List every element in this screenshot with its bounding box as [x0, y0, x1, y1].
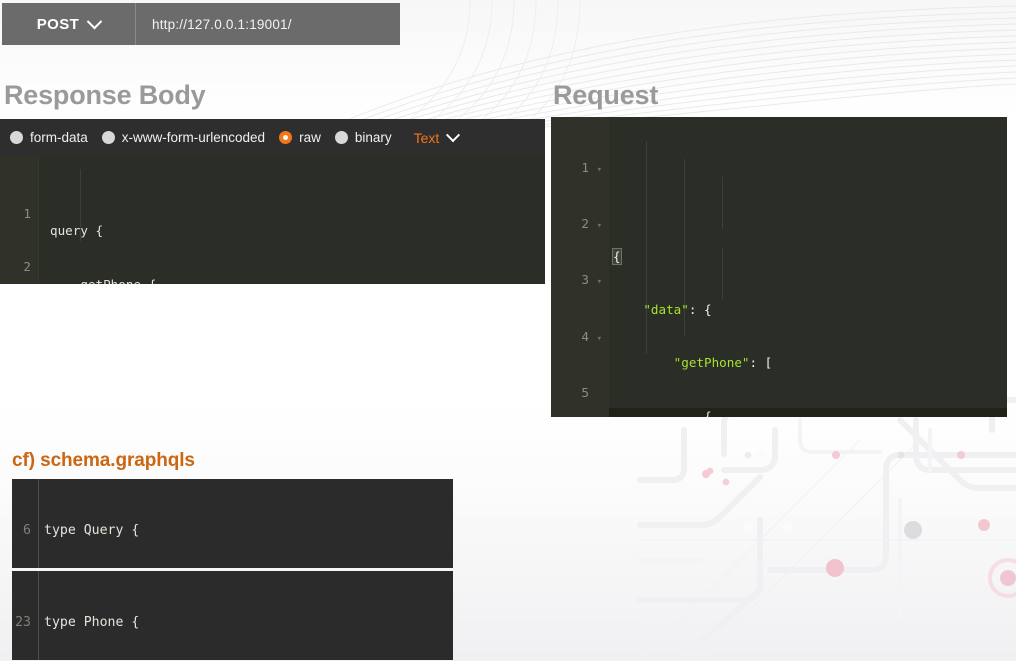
- body-type-label: binary: [355, 130, 392, 145]
- code-line: query {: [50, 222, 545, 240]
- schema-phone-snippet: 23 24 25 26 type Phone { idx: Int phoneN…: [12, 571, 453, 660]
- code-line: type Phone {: [44, 613, 453, 633]
- body-type-option-urlencoded[interactable]: x-www-form-urlencoded: [102, 130, 265, 145]
- json-viewer-body[interactable]: { "data": { "getPhone": [ { "idx": 1, "p…: [609, 117, 1007, 417]
- response-body-heading: Response Body: [4, 80, 205, 111]
- graphql-query-editor[interactable]: 1 2 3 4 5 6 query { getPhone { idx phone…: [0, 156, 545, 284]
- chevron-down-icon: [446, 128, 460, 142]
- body-type-option-form-data[interactable]: form-data: [10, 130, 88, 145]
- line-number: 5: [551, 384, 609, 405]
- radio-icon[interactable]: [10, 131, 23, 144]
- content-format-label: Text: [414, 130, 440, 146]
- fold-toggle-icon[interactable]: ▾: [594, 274, 602, 292]
- code-line: type Query {: [44, 521, 453, 541]
- line-number: 3▾: [551, 271, 609, 292]
- line-number: 2▾: [551, 215, 609, 236]
- matched-bracket: {: [613, 249, 621, 264]
- body-type-label: raw: [299, 130, 321, 145]
- indent-guide: [722, 248, 723, 300]
- request-url-bar: POST http://127.0.0.1:19001/: [2, 3, 400, 45]
- fold-toggle-icon[interactable]: ▾: [594, 331, 602, 349]
- json-viewer-gutter: 1▾ 2▾ 3▾ 4▾ 5 6 7 8▾ 9 10 11 12 13 14 15…: [551, 117, 609, 417]
- json-key: "getPhone": [674, 355, 750, 370]
- indent-guide: [80, 169, 81, 241]
- url-text: http://127.0.0.1:19001/: [152, 17, 292, 32]
- schema-phone-body: type Phone { idx: Int phoneNumber: Strin…: [39, 571, 453, 660]
- body-type-option-binary[interactable]: binary: [335, 130, 392, 145]
- radio-icon-selected[interactable]: [279, 131, 292, 144]
- indent-guide: [646, 141, 647, 354]
- body-type-label: x-www-form-urlencoded: [122, 130, 265, 145]
- line-number: 6: [12, 521, 38, 541]
- indent-guide: [684, 159, 685, 336]
- body-type-option-raw[interactable]: raw: [279, 130, 321, 145]
- query-editor-gutter: 1 2 3 4 5 6: [0, 156, 38, 284]
- code-line: {: [613, 248, 1007, 266]
- schema-phone-gutter: 23 24 25 26: [12, 571, 38, 660]
- code-line: {: [613, 408, 1007, 417]
- radio-icon[interactable]: [335, 131, 348, 144]
- json-key: "data": [643, 302, 689, 317]
- line-number: 4▾: [551, 328, 609, 349]
- content-format-selector[interactable]: Text: [414, 130, 459, 146]
- screenshot-root: POST http://127.0.0.1:19001/ Response Bo…: [0, 0, 1016, 661]
- request-heading: Request: [553, 80, 658, 111]
- schema-query-gutter: 6 7 8 9: [12, 479, 38, 568]
- chevron-down-icon: [87, 13, 103, 29]
- line-number: 1: [0, 205, 38, 223]
- code-line: getPhone {: [50, 276, 545, 284]
- code-line: "data": {: [613, 301, 1007, 319]
- fold-toggle-icon[interactable]: ▾: [594, 218, 602, 236]
- schema-file-label: cf) schema.graphqls: [12, 450, 195, 472]
- query-editor-body[interactable]: query { getPhone { idx phoneNumber } }: [38, 156, 545, 284]
- line-number: 1▾: [551, 159, 609, 180]
- http-method-selector[interactable]: POST: [2, 3, 136, 45]
- line-number: 23: [12, 613, 38, 633]
- body-type-option-bar: form-data x-www-form-urlencoded raw bina…: [0, 119, 545, 156]
- line-number: 2: [0, 258, 38, 276]
- http-method-label: POST: [37, 16, 79, 33]
- url-input[interactable]: http://127.0.0.1:19001/: [136, 3, 400, 45]
- body-type-label: form-data: [30, 130, 88, 145]
- indent-guide: [722, 177, 723, 229]
- request-json-viewer[interactable]: 1▾ 2▾ 3▾ 4▾ 5 6 7 8▾ 9 10 11 12 13 14 15…: [551, 117, 1007, 417]
- code-line: "getPhone": [: [613, 354, 1007, 372]
- fold-toggle-icon[interactable]: ▾: [594, 162, 602, 180]
- schema-query-body: type Query { getUser(id: String): [User]…: [39, 479, 453, 568]
- radio-icon[interactable]: [102, 131, 115, 144]
- schema-query-snippet: 6 7 8 9 type Query { getUser(id: String)…: [12, 479, 453, 568]
